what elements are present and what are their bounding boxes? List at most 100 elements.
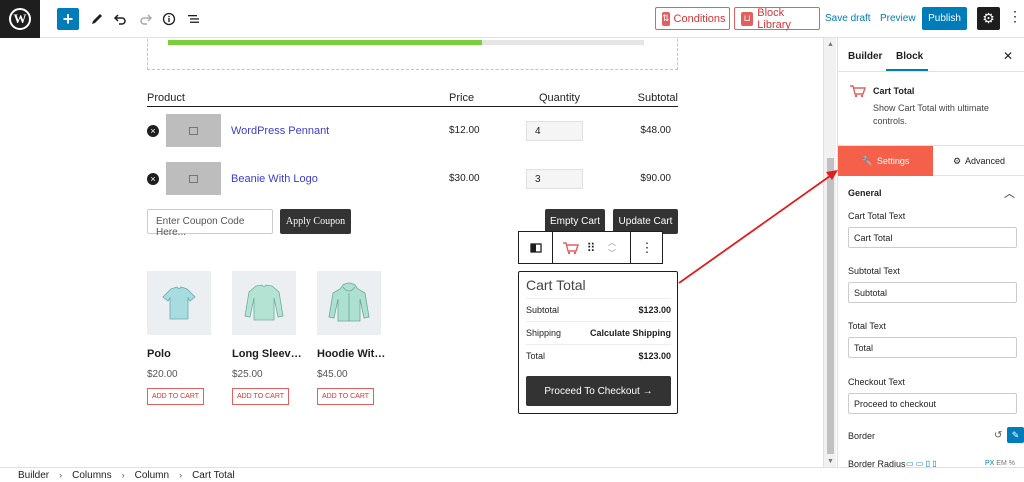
calculate-shipping-link[interactable]: Calculate Shipping xyxy=(590,328,671,338)
total-line: Total $123.00 xyxy=(526,344,671,366)
subtotal-text-input[interactable]: Subtotal xyxy=(848,282,1017,303)
settings-gear-icon[interactable]: ⚙ xyxy=(977,7,1000,30)
general-section-header[interactable]: General ︿ xyxy=(838,176,1024,208)
breadcrumb-item[interactable]: Column xyxy=(135,470,169,481)
subtotal-line: Subtotal $123.00 xyxy=(526,298,671,320)
breadcrumb-item[interactable]: Columns xyxy=(72,470,111,481)
total-label: Total xyxy=(526,350,546,361)
product-link[interactable]: Beanie With Logo xyxy=(231,173,318,185)
product-thumbnail xyxy=(166,162,221,195)
publish-button[interactable]: Publish xyxy=(922,7,967,30)
product-title[interactable]: Hoodie Wit… xyxy=(317,348,397,360)
add-to-cart-button[interactable]: ADD TO CART xyxy=(147,388,204,405)
add-to-cart-button[interactable]: ADD TO CART xyxy=(317,388,374,405)
undo-icon[interactable] xyxy=(109,8,131,30)
move-up-down-icon[interactable]: ︿ ﹀ xyxy=(605,232,619,263)
gear-icon: ⚙ xyxy=(952,155,962,166)
field-label: Cart Total Text xyxy=(848,211,906,221)
product-price: $25.00 xyxy=(232,369,263,380)
list-view-icon[interactable] xyxy=(182,8,204,30)
scroll-down-icon[interactable]: ▼ xyxy=(826,458,835,465)
product-price: $45.00 xyxy=(317,369,348,380)
apply-coupon-button[interactable]: Apply Coupon xyxy=(280,209,351,234)
border-control: Border ↺ ✎ xyxy=(848,427,1024,443)
total-value: $123.00 xyxy=(638,350,671,361)
remove-item-icon[interactable]: × xyxy=(147,125,159,137)
proceed-to-checkout-button[interactable]: Proceed To Checkout → xyxy=(526,376,671,406)
conditions-button[interactable]: ⇅ Conditions xyxy=(655,7,730,30)
total-text-input[interactable]: Total xyxy=(848,337,1017,358)
tab-builder[interactable]: Builder xyxy=(848,51,882,62)
border-radius-label: Border Radius xyxy=(848,459,906,467)
unit-percent[interactable]: % xyxy=(1009,460,1015,467)
cart-total-text-input[interactable]: Cart Total xyxy=(848,227,1017,248)
product-card[interactable]: Hoodie Wit… $45.00 ADD TO CART xyxy=(317,271,397,405)
tab-block[interactable]: Block xyxy=(896,51,923,62)
unit-selector[interactable]: PX EM % xyxy=(985,460,1015,467)
device-icons[interactable]: ▭ ▭ ▯ ▯ xyxy=(906,459,937,467)
tab-advanced[interactable]: ⚙ Advanced xyxy=(933,146,1024,176)
redo-icon[interactable] xyxy=(135,8,157,30)
scrollbar-thumb[interactable] xyxy=(827,158,834,454)
settings-subtabs: 🔧 Settings ⚙ Advanced xyxy=(838,146,1024,176)
product-title[interactable]: Polo xyxy=(147,348,227,360)
save-draft-button[interactable]: Save draft xyxy=(825,13,871,24)
table-row: × WordPress Pennant $12.00 4 $48.00 xyxy=(147,114,678,148)
breadcrumb-item[interactable]: Builder xyxy=(18,470,49,481)
header-product: Product xyxy=(147,92,185,104)
breadcrumb-item[interactable]: Cart Total xyxy=(192,470,235,481)
block-card: Cart Total Show Cart Total with ultimate… xyxy=(838,72,1024,146)
add-to-cart-button[interactable]: ADD TO CART xyxy=(232,388,289,405)
edit-border-button[interactable]: ✎ xyxy=(1007,427,1024,443)
product-card[interactable]: Polo $20.00 ADD TO CART xyxy=(147,271,227,405)
drag-handle-icon[interactable]: ⠿ xyxy=(585,232,597,263)
cart-table: Product Price Quantity Subtotal × WordPr… xyxy=(147,92,678,195)
checkout-text-input[interactable]: Proceed to checkout xyxy=(848,393,1017,414)
unit-em[interactable]: EM xyxy=(996,460,1007,467)
cart-total-title: Cart Total xyxy=(526,277,586,293)
cart-block-icon[interactable] xyxy=(559,232,583,263)
subtotal-value: $123.00 xyxy=(638,304,671,315)
product-price: $30.00 xyxy=(449,173,480,184)
tab-settings[interactable]: 🔧 Settings xyxy=(838,146,933,176)
quantity-input[interactable]: 3 xyxy=(526,169,583,189)
parent-block-icon[interactable] xyxy=(519,232,552,263)
unit-px[interactable]: PX xyxy=(985,460,994,467)
info-icon[interactable] xyxy=(158,8,180,30)
more-options-icon[interactable]: ⋮ xyxy=(1008,8,1022,25)
block-library-label: Block Library xyxy=(757,6,791,31)
wordpress-logo-icon[interactable]: W xyxy=(0,0,40,38)
product-card[interactable]: Long Sleev… $25.00 ADD TO CART xyxy=(232,271,312,405)
reset-icon[interactable]: ↺ xyxy=(994,430,1002,441)
canvas-scrollbar[interactable]: ▲ ▼ xyxy=(823,38,836,467)
coupon-code-input[interactable]: Enter Coupon Code Here... xyxy=(147,209,273,238)
close-icon[interactable]: ✕ xyxy=(1003,49,1013,63)
block-options-icon[interactable]: ⋮ xyxy=(631,232,663,263)
add-block-button[interactable]: + xyxy=(57,8,79,30)
block-library-button[interactable]: ⊔ Block Library xyxy=(734,6,820,31)
header-quantity: Quantity xyxy=(539,92,580,104)
chevron-right-icon: › xyxy=(179,470,183,480)
header-price: Price xyxy=(449,92,475,104)
row-subtotal: $48.00 xyxy=(640,125,671,136)
preview-button[interactable]: Preview xyxy=(880,13,916,24)
remove-item-icon[interactable]: × xyxy=(147,173,159,185)
product-thumbnail xyxy=(166,114,221,147)
field-label: Subtotal Text xyxy=(848,266,900,276)
scroll-up-icon[interactable]: ▲ xyxy=(826,41,835,48)
block-name: Cart Total xyxy=(873,86,915,96)
cart-total-block[interactable]: Cart Total Subtotal $123.00 Shipping Cal… xyxy=(518,271,678,414)
field-label: Checkout Text xyxy=(848,377,905,387)
progress-block[interactable] xyxy=(147,38,678,70)
image-placeholder-icon xyxy=(189,174,198,183)
border-radius-control: Border Radius ▭ ▭ ▯ ▯ PX EM % xyxy=(848,459,1017,467)
product-link[interactable]: WordPress Pennant xyxy=(231,125,329,137)
product-title[interactable]: Long Sleev… xyxy=(232,348,312,360)
cart-table-header: Product Price Quantity Subtotal xyxy=(147,92,678,107)
chevron-up-icon: ︿ xyxy=(1004,188,1015,200)
quantity-input[interactable]: 4 xyxy=(526,121,583,141)
sidebar-tabs: Builder Block ✕ xyxy=(838,38,1024,72)
subtotal-label: Subtotal xyxy=(526,304,560,315)
pencil-icon[interactable] xyxy=(86,8,108,30)
progress-bar xyxy=(168,40,644,45)
